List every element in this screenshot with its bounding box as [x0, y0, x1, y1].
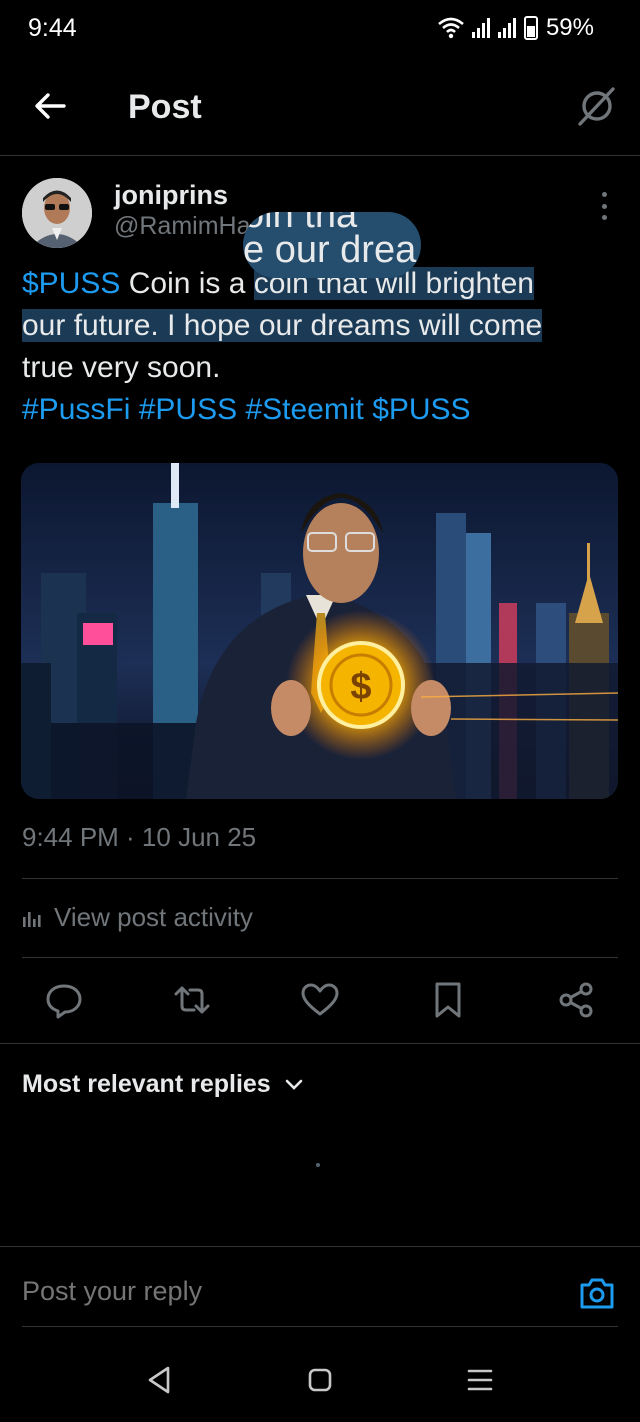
back-arrow-icon[interactable]: [30, 86, 70, 126]
share-icon[interactable]: [556, 980, 596, 1020]
camera-icon[interactable]: [578, 1275, 616, 1311]
hashtag-link[interactable]: #Steemit: [245, 393, 363, 426]
divider: [22, 1326, 618, 1327]
hashtag-link[interactable]: #PUSS: [139, 393, 237, 426]
view-post-activity-link[interactable]: View post activity: [22, 902, 253, 933]
divider: [0, 1043, 640, 1044]
heart-icon[interactable]: [300, 980, 340, 1020]
selection-magnifier: oin tha e our drea: [243, 212, 421, 278]
divider: [22, 957, 618, 958]
cashtag-link[interactable]: $PUSS: [372, 393, 470, 426]
more-options-icon[interactable]: [596, 192, 612, 220]
status-time: 9:44: [28, 14, 77, 42]
battery-level: 59%: [545, 14, 594, 41]
replies-sort-dropdown[interactable]: Most relevant replies: [22, 1070, 303, 1099]
nav-home-icon[interactable]: [302, 1362, 338, 1398]
nav-recents-icon[interactable]: [462, 1362, 498, 1398]
post-timestamp: 9:44 PM · 10 Jun 25: [22, 822, 257, 852]
cashtag-link[interactable]: $PUSS: [22, 267, 120, 300]
post-text-line-3: true very soon.: [22, 351, 221, 384]
grok-icon[interactable]: [574, 84, 618, 128]
selected-text: our future. I hope our dreams will come: [22, 309, 543, 342]
chevron-down-icon: [285, 1079, 303, 1090]
reply-input[interactable]: [22, 1276, 542, 1307]
wifi-icon: [438, 17, 464, 39]
divider: [22, 878, 618, 879]
bookmark-icon[interactable]: [428, 980, 468, 1020]
replies-sort-label: Most relevant replies: [22, 1070, 271, 1098]
battery-icon: [523, 16, 538, 40]
page-title: Post: [128, 88, 202, 126]
post-hashtags: #PussFi #PUSS #Steemit $PUSS: [22, 390, 471, 430]
activity-label: View post activity: [54, 902, 253, 932]
nav-back-icon[interactable]: [142, 1362, 178, 1398]
magnifier-text: e our drea: [243, 229, 417, 271]
author-name[interactable]: joniprins: [114, 180, 228, 211]
loading-indicator: [316, 1163, 320, 1167]
analytics-icon: [23, 911, 41, 927]
repost-icon[interactable]: [172, 980, 212, 1020]
reply-icon[interactable]: [44, 980, 84, 1020]
svg-text:$: $: [350, 666, 371, 708]
signal-icon-2: [497, 18, 516, 38]
post-text-line-2: our future. I hope our dreams will come: [22, 306, 543, 346]
avatar[interactable]: [22, 178, 92, 248]
author-handle[interactable]: @RamimHa: [114, 212, 251, 241]
status-icons: 59%: [438, 14, 594, 42]
signal-icon: [471, 18, 490, 38]
composer-divider: [0, 1246, 640, 1247]
post-image[interactable]: $: [21, 463, 618, 799]
header-divider: [0, 155, 640, 156]
hashtag-link[interactable]: #PussFi: [22, 393, 130, 426]
text-run: Coin is a: [120, 267, 254, 300]
